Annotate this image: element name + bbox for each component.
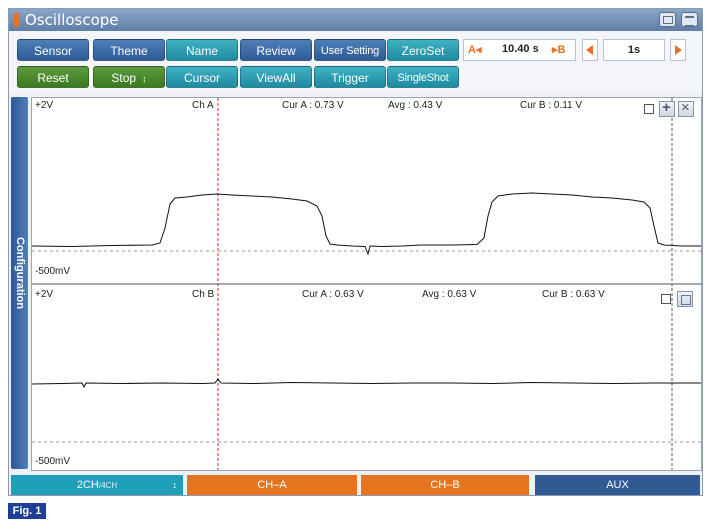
plot-a-bottom-label: -500mV bbox=[35, 266, 71, 277]
zoom-in-icon[interactable] bbox=[659, 99, 675, 117]
plot-b-cur-b: Cur B : 0.63 V bbox=[542, 289, 605, 300]
zeroset-button[interactable]: ZeroSet bbox=[387, 39, 459, 61]
tab-ch-b[interactable]: CH–B bbox=[361, 475, 529, 495]
theme-button[interactable]: Theme bbox=[93, 39, 165, 61]
channel-a-trace bbox=[32, 192, 701, 256]
stepper-icon: ↕ bbox=[142, 74, 147, 84]
plot-b-bottom-label: -500mV bbox=[35, 456, 71, 467]
plot-b-checkbox[interactable] bbox=[661, 294, 671, 304]
plot-a-avg: Avg : 0.43 V bbox=[388, 100, 443, 111]
cursor-a-marker: A◂ bbox=[468, 44, 482, 56]
oscilloscope-window: Oscilloscope Sensor Theme Name Review Us… bbox=[8, 8, 703, 496]
plot-b-avg: Avg : 0.63 V bbox=[422, 289, 477, 300]
trigger-button[interactable]: Trigger bbox=[314, 66, 386, 88]
reset-button[interactable]: Reset bbox=[17, 66, 89, 88]
expand-icon[interactable] bbox=[677, 291, 693, 307]
plot-b-top-label: +2V bbox=[35, 289, 54, 300]
stop-label: Stop bbox=[111, 71, 137, 85]
configuration-label: Configuration bbox=[14, 236, 26, 310]
window-title: Oscilloscope bbox=[25, 11, 119, 29]
name-button[interactable]: Name bbox=[166, 39, 238, 61]
channel-b-trace bbox=[32, 378, 701, 389]
title-bar: Oscilloscope bbox=[9, 9, 702, 31]
plot-a-cur-b: Cur B : 0.11 V bbox=[520, 100, 583, 111]
channel-count-selector[interactable]: 2CH/4CH ↕ bbox=[11, 475, 183, 495]
plot-b-channel: Ch B bbox=[192, 289, 215, 300]
sensor-button[interactable]: Sensor bbox=[17, 39, 89, 61]
stepper-icon: ↕ bbox=[172, 480, 178, 490]
waveform-canvas bbox=[32, 98, 701, 470]
app-icon bbox=[14, 13, 19, 27]
plot-area: +2V Ch A Cur A : 0.73 V Avg : 0.43 V Cur… bbox=[31, 97, 702, 471]
channel-count: 2CH bbox=[76, 479, 99, 491]
configuration-tab[interactable]: Configuration bbox=[11, 97, 28, 469]
tab-aux[interactable]: AUX bbox=[535, 475, 700, 495]
figure-label: Fig. 1 bbox=[8, 503, 46, 519]
time-decrease-icon[interactable] bbox=[582, 39, 598, 61]
plot-a-top-label: +2V bbox=[35, 100, 54, 111]
viewall-button[interactable]: ViewAll bbox=[240, 66, 312, 88]
cursor-interval-box[interactable]: A◂ 10.40 s ▸B bbox=[463, 39, 576, 61]
tab-ch-a[interactable]: CH–A bbox=[187, 475, 357, 495]
close-icon[interactable] bbox=[678, 99, 694, 117]
restore-icon[interactable] bbox=[659, 12, 676, 27]
cursor-interval-value: 10.40 s bbox=[502, 43, 539, 55]
singleshot-button[interactable]: SingleShot bbox=[387, 66, 459, 88]
user-setting-button[interactable]: User Setting bbox=[314, 39, 386, 61]
plot-a-cur-a: Cur A : 0.73 V bbox=[282, 100, 344, 111]
review-button[interactable]: Review bbox=[240, 39, 312, 61]
menu-icon[interactable] bbox=[681, 12, 698, 27]
cursor-b-marker: ▸B bbox=[552, 44, 566, 56]
plot-a-channel: Ch A bbox=[192, 100, 214, 111]
channel-max: 4CH bbox=[101, 481, 118, 490]
cursor-button[interactable]: Cursor bbox=[166, 66, 238, 88]
time-per-div: 1s bbox=[603, 39, 665, 61]
plot-b-cur-a: Cur A : 0.63 V bbox=[302, 289, 364, 300]
time-increase-icon[interactable] bbox=[670, 39, 686, 61]
stop-button[interactable]: Stop ↕ bbox=[93, 66, 165, 88]
plot-a-checkbox[interactable] bbox=[644, 104, 654, 114]
toolbar: Sensor Theme Name Review User Setting Ze… bbox=[9, 31, 702, 93]
bottom-tabs: 2CH/4CH ↕ CH–A CH–B AUX bbox=[9, 475, 702, 495]
